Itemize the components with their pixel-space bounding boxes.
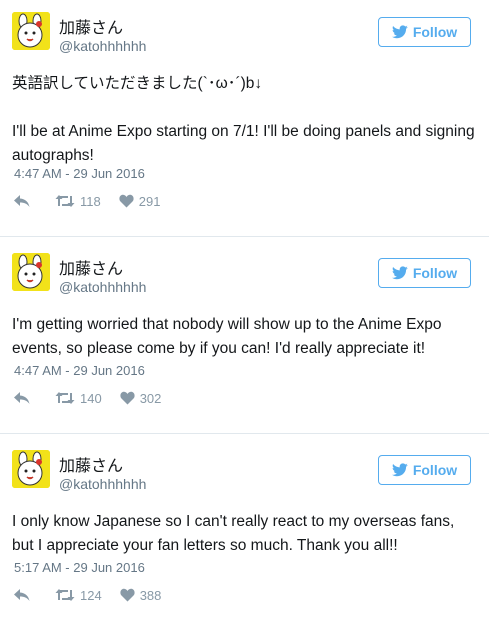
tweet-card: 加藤さん @katohhhhhh Follow I only know Japa… bbox=[0, 438, 489, 617]
timestamp[interactable]: 4:47 AM - 29 Jun 2016 bbox=[14, 166, 145, 181]
timestamp[interactable]: 5:17 AM - 29 Jun 2016 bbox=[14, 560, 145, 575]
like-button[interactable]: 302 bbox=[120, 390, 162, 406]
follow-button[interactable]: Follow bbox=[378, 258, 471, 288]
reply-button[interactable] bbox=[14, 194, 35, 208]
like-count: 302 bbox=[139, 390, 162, 406]
avatar[interactable] bbox=[12, 253, 50, 291]
tweet-actions: 140 302 bbox=[14, 389, 179, 407]
like-button[interactable]: 388 bbox=[120, 587, 162, 603]
reply-icon bbox=[14, 588, 30, 602]
follow-button[interactable]: Follow bbox=[378, 17, 471, 47]
follow-button[interactable]: Follow bbox=[378, 455, 471, 485]
retweet-icon bbox=[55, 391, 75, 405]
like-button[interactable]: 291 bbox=[119, 193, 161, 209]
retweet-count: 118 bbox=[80, 193, 101, 209]
like-count: 388 bbox=[139, 587, 162, 603]
tweet-text: 英語訳していただきました(`･ω･´)b↓ I'll be at Anime E… bbox=[12, 75, 475, 164]
reply-button[interactable] bbox=[14, 588, 35, 602]
retweet-icon bbox=[55, 194, 75, 208]
retweet-button[interactable]: 140 bbox=[55, 391, 102, 406]
tweet-text: I only know Japanese so I can't really r… bbox=[12, 513, 459, 554]
follow-label: Follow bbox=[412, 265, 458, 281]
tweet-actions: 118 291 bbox=[14, 192, 178, 210]
retweet-icon bbox=[55, 588, 75, 602]
retweet-count: 140 bbox=[80, 390, 102, 406]
display-name[interactable]: 加藤さん bbox=[59, 14, 123, 38]
follow-label: Follow bbox=[412, 24, 458, 40]
retweet-count: 124 bbox=[80, 587, 102, 603]
handle[interactable]: @katohhhhhh bbox=[59, 279, 146, 295]
avatar[interactable] bbox=[12, 450, 50, 488]
twitter-bird-icon bbox=[391, 266, 408, 280]
handle[interactable]: @katohhhhhh bbox=[59, 476, 146, 492]
tweet-card: 加藤さん @katohhhhhh Follow 英語訳していただきました(`･ω… bbox=[0, 0, 489, 231]
tweet-text: I'm getting worried that nobody will sho… bbox=[12, 316, 446, 357]
retweet-button[interactable]: 124 bbox=[55, 588, 102, 603]
twitter-bird-icon bbox=[391, 463, 408, 477]
tweet-actions: 124 388 bbox=[14, 586, 179, 604]
reply-icon bbox=[14, 194, 30, 208]
heart-icon bbox=[119, 194, 134, 208]
divider bbox=[0, 433, 489, 434]
timestamp[interactable]: 4:47 AM - 29 Jun 2016 bbox=[14, 363, 145, 378]
divider bbox=[0, 236, 489, 237]
heart-icon bbox=[120, 391, 135, 405]
follow-label: Follow bbox=[412, 462, 458, 478]
retweet-button[interactable]: 118 bbox=[55, 194, 101, 209]
like-count: 291 bbox=[138, 193, 161, 209]
heart-icon bbox=[120, 588, 135, 602]
twitter-bird-icon bbox=[391, 25, 408, 39]
handle[interactable]: @katohhhhhh bbox=[59, 38, 146, 54]
tweet-card: 加藤さん @katohhhhhh Follow I'm getting worr… bbox=[0, 241, 489, 431]
reply-button[interactable] bbox=[14, 391, 35, 405]
avatar[interactable] bbox=[12, 12, 50, 50]
reply-icon bbox=[14, 391, 30, 405]
display-name[interactable]: 加藤さん bbox=[59, 255, 123, 279]
display-name[interactable]: 加藤さん bbox=[59, 452, 123, 476]
